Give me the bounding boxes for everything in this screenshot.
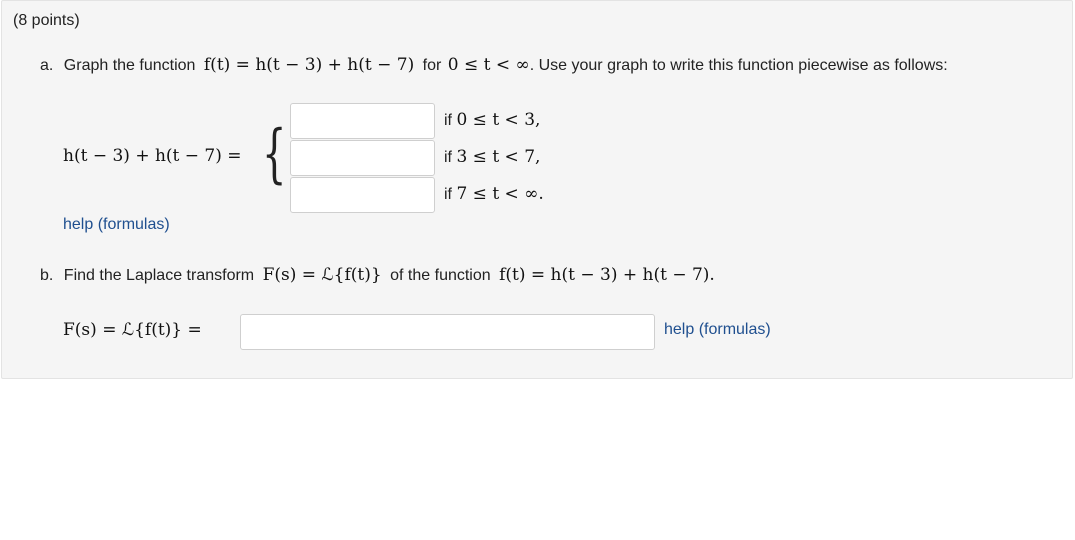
points-label: (8 points) bbox=[13, 12, 80, 29]
part-b-text-before: Find the Laplace transform bbox=[63, 267, 255, 284]
condition-1-if: if bbox=[444, 112, 452, 129]
condition-2-if: if bbox=[444, 149, 452, 166]
laplace-answer-input[interactable] bbox=[240, 314, 655, 350]
part-b-prefix: b. bbox=[40, 267, 54, 284]
part-a-for-text: for bbox=[422, 57, 442, 74]
help-formulas-link-a[interactable]: help (formulas) bbox=[63, 216, 170, 234]
help-formulas-link-b[interactable]: help (formulas) bbox=[664, 321, 771, 339]
condition-3-expr: 7 ≤ t < ∞. bbox=[456, 184, 544, 204]
part-b-transform-expr: F(s) = ℒ{f(t)} bbox=[262, 265, 382, 285]
part-a-text-before: Graph the function bbox=[63, 57, 196, 74]
condition-2-expr: 3 ≤ t < 7, bbox=[456, 147, 541, 167]
part-b-function-expr: f(t) = h(t − 3) + h(t − 7). bbox=[499, 265, 715, 285]
part-a-text-after: . Use your graph to write this function … bbox=[529, 57, 948, 74]
left-brace: { bbox=[262, 117, 287, 191]
condition-3-if: if bbox=[444, 186, 452, 203]
part-b-text: b. Find the Laplace transform F(s) = ℒ{f… bbox=[40, 265, 715, 285]
piecewise-input-1[interactable] bbox=[290, 103, 435, 139]
condition-1-expr: 0 ≤ t < 3, bbox=[456, 110, 541, 130]
piecewise-input-3[interactable] bbox=[290, 177, 435, 213]
condition-2: if 3 ≤ t < 7, bbox=[444, 147, 540, 167]
part-b-lhs: F(s) = ℒ{f(t)} = bbox=[63, 320, 202, 340]
part-a-domain-expr: 0 ≤ t < ∞ bbox=[447, 55, 530, 75]
part-a-text: a. Graph the function f(t) = h(t − 3) + … bbox=[40, 55, 948, 75]
piecewise-lhs: h(t − 3) + h(t − 7) = bbox=[63, 146, 242, 166]
condition-1: if 0 ≤ t < 3, bbox=[444, 110, 540, 130]
part-b-text-middle: of the function bbox=[390, 267, 491, 284]
part-a-function-expr: f(t) = h(t − 3) + h(t − 7) bbox=[203, 55, 415, 75]
part-a-prefix: a. bbox=[40, 57, 54, 74]
piecewise-input-2[interactable] bbox=[290, 140, 435, 176]
condition-3: if 7 ≤ t < ∞. bbox=[444, 184, 544, 204]
